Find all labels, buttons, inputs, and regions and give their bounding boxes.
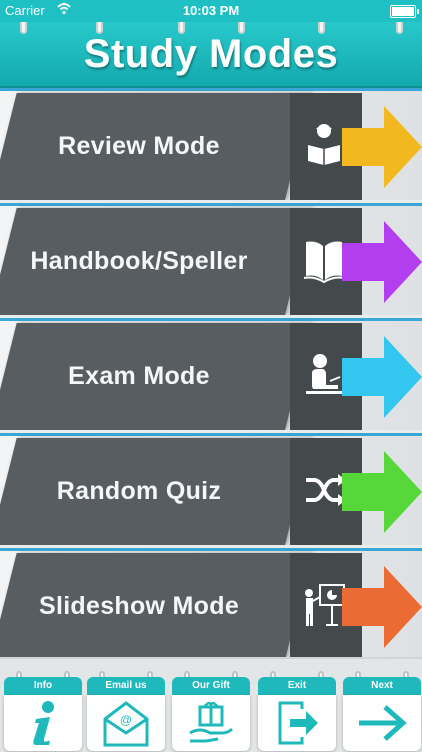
- arrow-shape: [342, 106, 422, 188]
- exit-button[interactable]: Exit: [258, 671, 336, 751]
- arrow-icon: [342, 221, 422, 303]
- header: Study Modes: [0, 16, 422, 88]
- gift-icon: [189, 701, 234, 743]
- next-button[interactable]: Next: [343, 671, 421, 751]
- status-time: 10:03 PM: [182, 3, 240, 18]
- tile-label: Email us: [87, 677, 165, 695]
- arrow-shape: [342, 451, 422, 533]
- row-separator: [0, 88, 422, 91]
- mode-label: Slideshow Mode: [38, 592, 240, 620]
- mode-label: Review Mode: [58, 132, 220, 160]
- email-icon: @: [103, 701, 149, 747]
- next-arrow-icon: [359, 705, 407, 741]
- presentation-icon: [305, 584, 345, 626]
- tile-body: [258, 695, 336, 751]
- random-quiz-button[interactable]: Random Quiz: [0, 433, 422, 545]
- info-icon: [33, 701, 54, 745]
- tile-label: Next: [343, 677, 421, 695]
- shuffle-icon: [306, 474, 346, 506]
- mode-label: Random Quiz: [56, 477, 222, 505]
- tile-label: Our Gift: [172, 677, 250, 695]
- tile-body: @: [87, 695, 165, 751]
- tile-label: Exit: [258, 677, 336, 695]
- book-icon: [303, 241, 345, 284]
- arrow-icon: [342, 106, 422, 188]
- row-separator: [0, 548, 422, 551]
- row-separator: [0, 203, 422, 206]
- status-bar: Carrier 10:03 PM: [0, 0, 422, 22]
- tile-body: [343, 695, 421, 751]
- tile-label: Info: [4, 677, 82, 695]
- arrow-shape: [342, 336, 422, 418]
- arrow-icon: [342, 336, 422, 418]
- tile-body: [4, 695, 82, 751]
- mode-label: Handbook/Speller: [30, 247, 248, 275]
- tile-body: [172, 695, 250, 751]
- exit-icon: [278, 701, 318, 745]
- row-separator: [0, 433, 422, 436]
- row-separator: [0, 318, 422, 321]
- review-mode-button[interactable]: Review Mode: [0, 88, 422, 200]
- bottom-toolbar: Info Email us @ Our Gift Exit Next: [0, 657, 422, 752]
- exam-mode-button[interactable]: Exam Mode: [0, 318, 422, 430]
- student-writing-icon: [306, 354, 344, 394]
- battery-icon: [390, 5, 419, 18]
- page-title: Study Modes: [83, 32, 339, 76]
- email-us-button[interactable]: Email us @: [87, 671, 165, 751]
- our-gift-button[interactable]: Our Gift: [172, 671, 250, 751]
- handbook-speller-button[interactable]: Handbook/Speller: [0, 203, 422, 315]
- slideshow-mode-button[interactable]: Slideshow Mode: [0, 548, 422, 660]
- reader-icon: [308, 124, 340, 165]
- mode-label: Exam Mode: [68, 362, 210, 390]
- arrow-shape: [342, 566, 422, 648]
- arrow-icon: [342, 451, 422, 533]
- svg-text:@: @: [120, 713, 132, 727]
- arrow-icon: [342, 566, 422, 648]
- arrow-shape: [342, 221, 422, 303]
- info-button[interactable]: Info: [4, 671, 82, 751]
